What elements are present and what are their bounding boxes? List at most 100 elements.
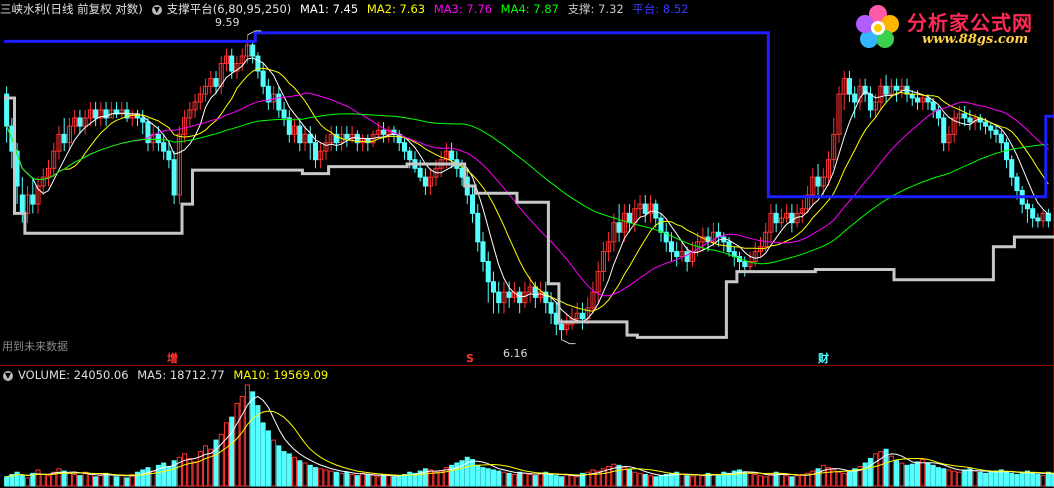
volume-bar <box>114 476 120 487</box>
candle-body <box>61 133 67 144</box>
volume-menu-icon[interactable]: ▼ <box>3 370 13 381</box>
candle-body <box>988 125 994 131</box>
volume-bar <box>836 471 842 487</box>
volume-bar <box>763 476 769 487</box>
event-mark-increase[interactable]: 增 <box>167 350 178 366</box>
event-mark-s[interactable]: S <box>466 352 474 365</box>
candle-body <box>883 85 889 95</box>
candle-body <box>852 93 858 103</box>
volume-bar <box>496 470 502 487</box>
candle-body <box>449 150 455 161</box>
volume-bar <box>87 474 93 487</box>
volume-bar <box>490 469 496 487</box>
candle-body <box>166 150 172 161</box>
volume-value: VOLUME: 24050.06 <box>18 368 129 382</box>
volume-bar <box>972 470 978 487</box>
volume-bar <box>742 471 748 487</box>
volume-bar <box>40 474 46 487</box>
volume-bar <box>590 469 596 487</box>
volume-bar <box>286 453 292 487</box>
candle-body <box>867 93 873 111</box>
volume-bar <box>867 457 873 487</box>
chart-canvas <box>0 0 1054 488</box>
volume-bar <box>485 468 491 487</box>
candle-body <box>229 55 235 72</box>
indicator-name[interactable]: 支撑平台(6,80,95,250) <box>167 2 291 16</box>
volume-bar <box>250 391 256 487</box>
low-marker <box>561 339 576 345</box>
candle-body <box>480 241 486 263</box>
volume-bar <box>757 475 763 487</box>
volume-bar <box>45 475 52 487</box>
candle-body <box>653 203 659 219</box>
candle-body <box>276 93 282 111</box>
candle-body <box>475 212 481 243</box>
volume-bar <box>433 471 439 487</box>
candle-body <box>161 142 167 152</box>
volume-bar <box>360 472 366 487</box>
volume-bar <box>1045 471 1051 487</box>
volume-bar <box>108 474 114 487</box>
volume-bar <box>234 402 240 487</box>
volume-bar <box>878 451 884 487</box>
platform-value: 平台: 8.52 <box>632 2 689 16</box>
volume-bar <box>365 474 371 487</box>
volume-bar <box>82 471 88 487</box>
volume-bar <box>637 472 643 487</box>
candle-body <box>1014 176 1020 191</box>
volume-bar <box>689 476 695 487</box>
volume-bar <box>302 462 308 487</box>
volume-bar <box>182 453 188 487</box>
volume-bar <box>663 474 669 487</box>
candle-body <box>77 117 83 127</box>
volume-bar <box>328 470 334 487</box>
candle-body <box>914 97 921 103</box>
volume-bar <box>873 453 879 487</box>
volume-bar <box>977 471 983 487</box>
volume-bar <box>784 475 790 487</box>
volume-bar <box>951 470 957 487</box>
volume-bar <box>297 460 303 487</box>
volume-bar <box>98 475 104 487</box>
candle-body <box>993 129 999 135</box>
ma2-value: MA2: 7.63 <box>366 2 426 16</box>
candle-body <box>297 125 303 144</box>
indicator-menu-icon[interactable]: ▼ <box>151 4 162 15</box>
volume-bar <box>244 384 250 487</box>
volume-bar <box>941 468 947 487</box>
volume-bar <box>914 461 921 487</box>
candle-body <box>93 109 99 119</box>
volume-bar <box>841 472 847 487</box>
volume-bar <box>203 445 209 487</box>
volume-bar <box>778 472 784 487</box>
volume-bar <box>700 475 706 487</box>
candle-body <box>417 167 423 178</box>
volume-bar <box>407 471 413 487</box>
volume-bar <box>983 472 989 487</box>
volume-bar <box>396 475 402 487</box>
volume-bar <box>894 460 900 487</box>
candle-body <box>773 212 779 224</box>
volume-bar <box>454 462 460 487</box>
volume-bar <box>480 467 486 487</box>
candle-body <box>1035 217 1041 222</box>
volume-bar <box>260 422 266 487</box>
volume-bar <box>213 439 219 487</box>
candle-body <box>930 101 936 111</box>
volume-bar <box>354 475 360 487</box>
candle-body <box>517 291 523 304</box>
volume-bar <box>349 474 355 487</box>
event-mark-finance[interactable]: 财 <box>818 350 829 366</box>
volume-bar <box>695 474 701 487</box>
site-logo[interactable]: 分析家公式网 www.88gs.com <box>852 2 1052 52</box>
volume-bar <box>1009 472 1015 487</box>
volume-bar <box>710 474 716 487</box>
volume-bar <box>1019 471 1025 487</box>
candle-body <box>401 142 407 152</box>
volume-bar <box>145 467 151 487</box>
volume-bar <box>161 462 167 487</box>
volume-bar <box>789 476 795 487</box>
volume-bar <box>616 464 622 487</box>
volume-bar <box>475 464 481 487</box>
candle-body <box>925 97 931 103</box>
